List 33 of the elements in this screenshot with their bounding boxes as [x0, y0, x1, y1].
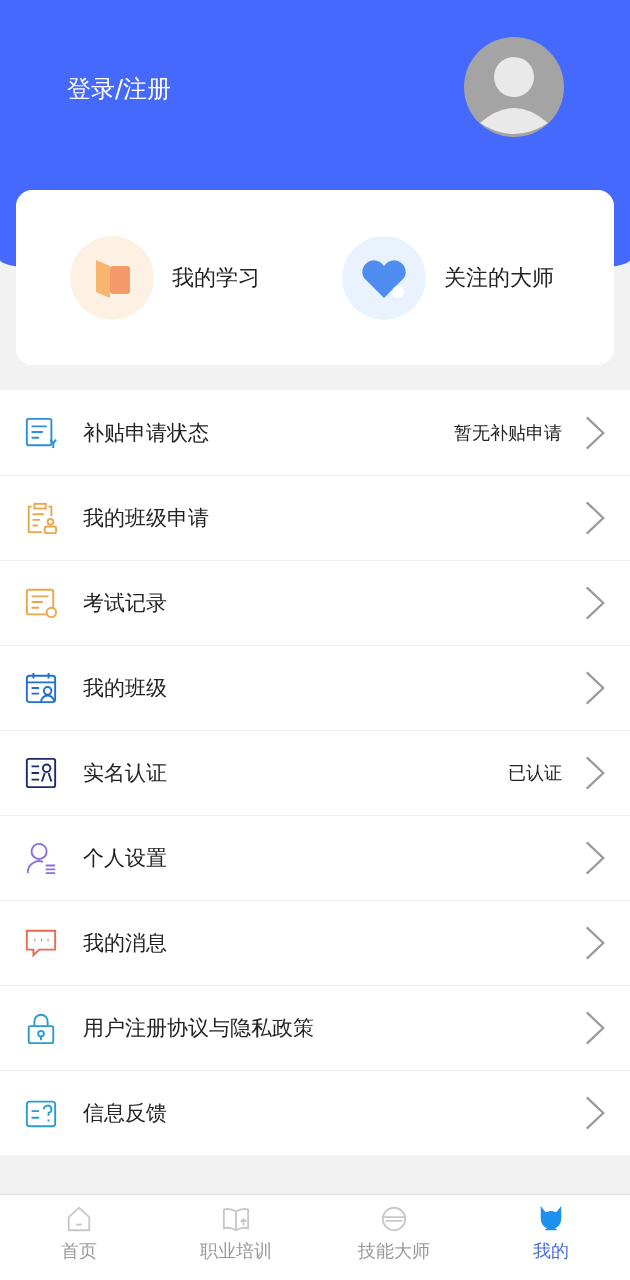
chevron-right-icon — [584, 414, 606, 451]
masked-face-icon — [379, 1205, 408, 1233]
chevron-right-icon — [584, 755, 606, 791]
book-arrow-icon — [222, 1205, 251, 1233]
id-card-icon — [24, 756, 58, 790]
status-text: 已认证 — [508, 761, 562, 785]
menu-item[interactable]: 实名认证 已认证 — [0, 730, 630, 815]
login-register-link[interactable]: 登录/注册 — [67, 73, 172, 105]
menu-item[interactable]: 信息反馈 — [0, 1070, 630, 1155]
document-yen-icon — [24, 415, 58, 450]
chevron-right-icon — [584, 925, 606, 961]
status-text: 暂无补贴申请 — [454, 420, 562, 445]
menu-item[interactable]: 我的消息 — [0, 900, 630, 985]
book-icon[interactable] — [70, 235, 154, 320]
chevron-right-icon — [584, 840, 606, 876]
document-clock-icon — [24, 586, 58, 620]
menu-item[interactable]: 考试记录 — [0, 560, 630, 645]
tab[interactable]: 我的 — [472, 1195, 630, 1280]
menu-item[interactable]: 我的班级 — [0, 645, 630, 730]
chevron-right-icon — [584, 670, 606, 706]
shortcut-label[interactable]: 我的学习 — [172, 262, 260, 293]
menu-item[interactable]: 个人设置 — [0, 815, 630, 900]
calendar-person-icon — [24, 671, 58, 705]
chevron-right-icon — [584, 500, 606, 536]
menu-item[interactable]: 我的班级申请 — [0, 475, 630, 560]
shortcut-label[interactable]: 关注的大师 — [444, 262, 554, 293]
chevron-right-icon — [584, 585, 606, 621]
chevron-right-icon — [584, 1095, 606, 1131]
avatar-icon[interactable] — [464, 37, 564, 137]
person-lines-icon — [24, 841, 58, 875]
menu-item[interactable]: 用户注册协议与隐私政策 — [0, 985, 630, 1070]
menu-item[interactable]: 补贴申请状态 暂无补贴申请 — [0, 390, 630, 475]
chevron-right-icon — [584, 1010, 606, 1046]
